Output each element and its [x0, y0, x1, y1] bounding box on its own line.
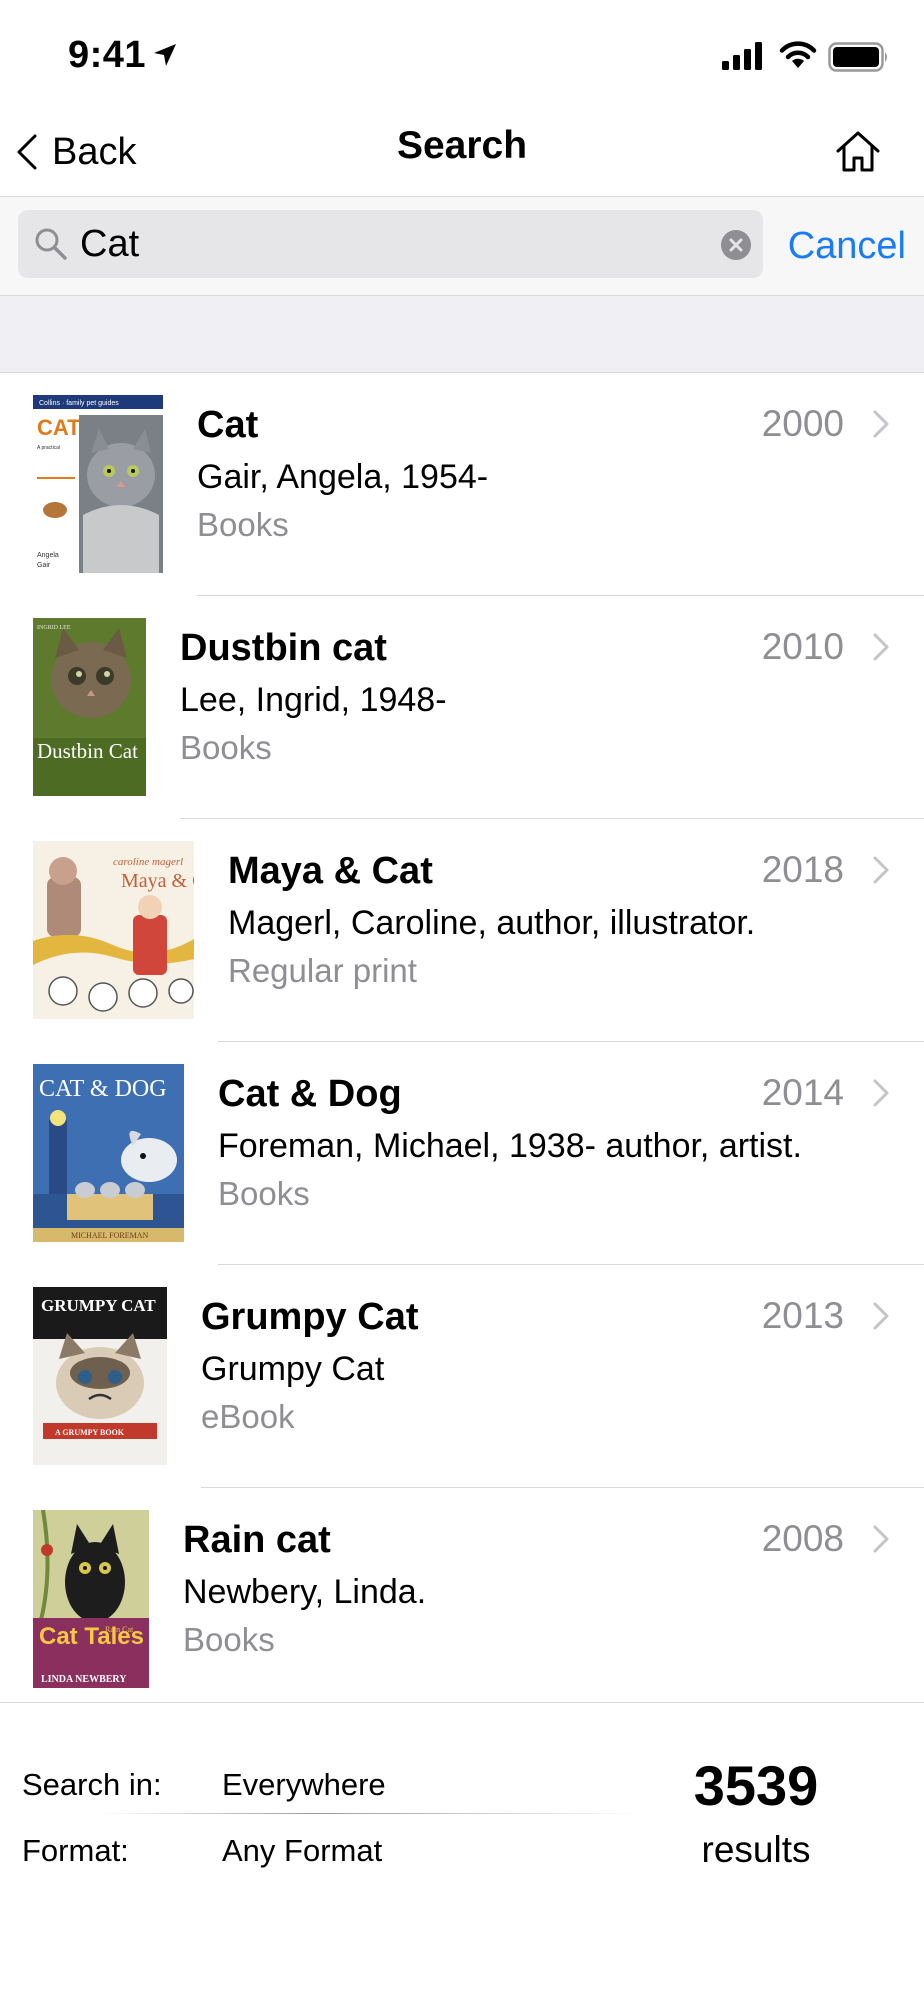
book-cover: Collins · family pet guides CAT A practi…: [33, 395, 163, 573]
cover-small-text: Rain Cat: [105, 1625, 134, 1634]
result-format: Books: [180, 729, 272, 766]
cancel-button[interactable]: Cancel: [788, 225, 906, 268]
cellular-signal-icon: [722, 42, 762, 70]
cover-title-text: CAT: [37, 415, 81, 440]
cover-top-text: INGRID LEE: [37, 625, 71, 631]
chevron-right-icon: [873, 633, 889, 661]
section-spacer: [0, 295, 924, 373]
status-time: 9:41: [68, 34, 147, 76]
result-year: 2014: [761, 1072, 844, 1113]
chevron-right-icon: [873, 1525, 889, 1553]
result-year: 2000: [761, 403, 844, 444]
result-year: 2018: [761, 849, 844, 890]
chevron-right-icon: [873, 1302, 889, 1330]
footer-divider: [100, 1813, 640, 1814]
results-list: Collins · family pet guides CAT A practi…: [0, 373, 924, 1711]
cover-title-text: GRUMPY CAT: [41, 1296, 156, 1315]
result-row[interactable]: Cat Tales Rain Cat LINDA NEWBERY Rain ca…: [0, 1488, 924, 1711]
search-icon: [35, 228, 67, 260]
search-bar: Cancel: [0, 197, 924, 295]
result-format: Regular print: [228, 952, 417, 989]
result-author: Magerl, Caroline, author, illustrator.: [228, 904, 756, 942]
result-year: 2010: [761, 626, 844, 667]
chevron-right-icon: [873, 856, 889, 884]
result-row[interactable]: CAT & DOG MICHAEL FOREMAN Cat & Dog Fore…: [0, 1042, 924, 1265]
cover-author-text: LINDA NEWBERY: [41, 1674, 127, 1685]
status-bar: 9:41: [0, 0, 924, 110]
navigation-bar: Back Search: [0, 110, 924, 197]
result-row[interactable]: Collins · family pet guides CAT A practi…: [0, 373, 924, 596]
format-value[interactable]: Any Format: [222, 1833, 382, 1869]
cover-top-text: Collins · family pet guides: [39, 400, 119, 407]
back-button[interactable]: Back: [16, 126, 136, 178]
location-arrow-icon: [154, 44, 176, 66]
search-field[interactable]: [18, 210, 763, 278]
home-icon[interactable]: [832, 126, 884, 178]
book-cover: CAT & DOG MICHAEL FOREMAN: [33, 1064, 184, 1242]
format-label: Format:: [22, 1833, 129, 1868]
svg-text:Gair: Gair: [37, 562, 51, 569]
battery-icon: [828, 42, 887, 72]
result-year: 2013: [761, 1295, 844, 1336]
chevron-right-icon: [873, 410, 889, 438]
wifi-icon: [779, 41, 817, 68]
svg-text:Angela: Angela: [37, 552, 59, 559]
result-author: Foreman, Michael, 1938- author, artist.: [218, 1127, 802, 1165]
cover-title-text: Dustbin Cat: [37, 739, 138, 763]
book-cover: Cat Tales Rain Cat LINDA NEWBERY: [33, 1510, 149, 1688]
results-count: 3539: [693, 1754, 819, 1817]
search-in-value[interactable]: Everywhere: [222, 1767, 386, 1803]
result-author: Grumpy Cat: [201, 1350, 385, 1388]
book-cover: GRUMPY CAT A GRUMPY BOOK: [33, 1287, 167, 1465]
result-row[interactable]: INGRID LEE Dustbin Cat Dustbin cat Lee, …: [0, 596, 924, 819]
result-row[interactable]: GRUMPY CAT A GRUMPY BOOK Grumpy Cat Grum…: [0, 1265, 924, 1488]
cover-top-text: caroline magerl: [113, 856, 183, 868]
page-title: Search: [396, 124, 528, 167]
result-author: Gair, Angela, 1954-: [197, 458, 489, 496]
result-format: Books: [183, 1621, 275, 1658]
back-label: Back: [52, 130, 137, 173]
result-format: Books: [218, 1175, 310, 1212]
result-format: Books: [197, 506, 289, 543]
result-row[interactable]: caroline magerl Maya & Cat Maya & Cat Ma…: [0, 819, 924, 1042]
result-year: 2008: [761, 1518, 844, 1559]
results-count-label: results: [701, 1829, 811, 1870]
result-format: eBook: [201, 1398, 295, 1435]
result-author: Newbery, Linda.: [183, 1573, 427, 1611]
result-author: Lee, Ingrid, 1948-: [180, 681, 447, 719]
cover-banner-text: A GRUMPY BOOK: [55, 1428, 125, 1437]
cover-author-text: MICHAEL FOREMAN: [71, 1231, 148, 1240]
svg-text:A practical: A practical: [37, 445, 60, 451]
book-cover: caroline magerl Maya & Cat: [33, 841, 194, 1019]
chevron-right-icon: [873, 1079, 889, 1107]
chevron-left-icon: [17, 134, 37, 170]
clear-search-icon[interactable]: [721, 230, 751, 260]
cover-title-text: CAT & DOG: [39, 1076, 167, 1102]
search-summary-footer: Search in: Everywhere Format: Any Format…: [0, 1702, 924, 2001]
cover-title-text: Maya & Cat: [121, 870, 194, 892]
search-input[interactable]: [80, 216, 700, 272]
search-in-label: Search in:: [22, 1767, 162, 1802]
book-cover: INGRID LEE Dustbin Cat: [33, 618, 146, 796]
